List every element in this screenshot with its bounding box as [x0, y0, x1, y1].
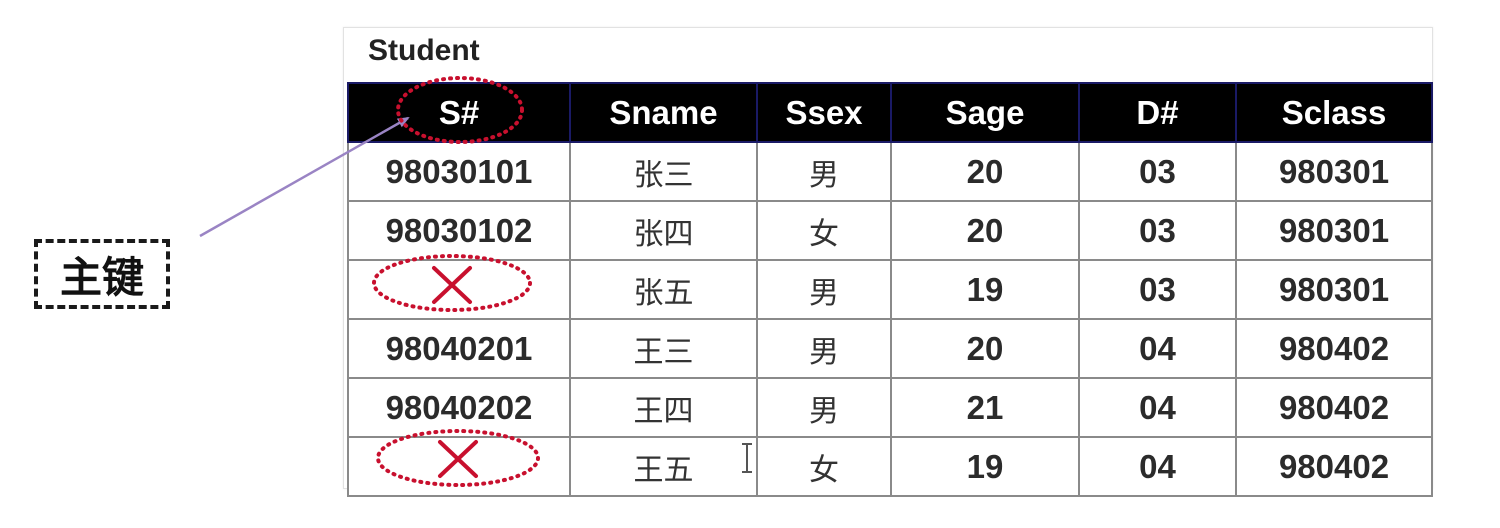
cell-d-no: 04	[1078, 318, 1237, 379]
cell-ssex: 女	[756, 436, 892, 497]
cell-ssex: 男	[756, 259, 892, 320]
cell-sname: 张三	[569, 141, 758, 202]
column-header-sage: Sage	[890, 82, 1080, 143]
cell-sname: 张五	[569, 259, 758, 320]
primary-key-label: 主键	[59, 252, 144, 302]
cell-ssex: 男	[756, 141, 892, 202]
cell-s-no: 98040202	[347, 377, 571, 438]
table-row: 王五 女 19 04 980402	[347, 436, 1433, 497]
cell-sclass: 980402	[1235, 377, 1433, 438]
cell-ssex: 女	[756, 200, 892, 261]
column-header-sname: Sname	[569, 82, 758, 143]
cell-sclass: 980402	[1235, 436, 1433, 497]
cell-d-no: 03	[1078, 259, 1237, 320]
table-row: 98030101 张三 男 20 03 980301	[347, 141, 1433, 202]
table-header-row: S# Sname Ssex Sage D# Sclass	[347, 82, 1433, 143]
primary-key-callout: 主键	[34, 239, 170, 309]
cell-s-no: 98030101	[347, 141, 571, 202]
table-row: 张五 男 19 03 980301	[347, 259, 1433, 320]
cell-sname: 王三	[569, 318, 758, 379]
cell-sclass: 980301	[1235, 259, 1433, 320]
cell-s-no: 98040201	[347, 318, 571, 379]
cell-sname: 张四	[569, 200, 758, 261]
cell-sclass: 980402	[1235, 318, 1433, 379]
student-table-box: Student S# Sname Ssex Sage D# Sclass 980…	[343, 27, 1433, 497]
table-title: Student	[368, 34, 480, 67]
cell-sage: 19	[890, 259, 1080, 320]
slide-canvas: 主键 Student S# Sname Ssex Sage D# Sclass	[0, 0, 1500, 528]
cell-d-no: 04	[1078, 377, 1237, 438]
cell-sname: 王五	[569, 436, 758, 497]
cell-sage: 20	[890, 200, 1080, 261]
cell-s-no: 98030102	[347, 200, 571, 261]
table-row: 98040202 王四 男 21 04 980402	[347, 377, 1433, 438]
cell-sclass: 980301	[1235, 141, 1433, 202]
cell-sage: 19	[890, 436, 1080, 497]
column-header-s-no: S#	[347, 82, 571, 143]
cell-sclass: 980301	[1235, 200, 1433, 261]
cell-d-no: 04	[1078, 436, 1237, 497]
cell-sage: 21	[890, 377, 1080, 438]
column-header-ssex: Ssex	[756, 82, 892, 143]
student-table: S# Sname Ssex Sage D# Sclass 98030101 张三…	[347, 82, 1433, 497]
table-row: 98030102 张四 女 20 03 980301	[347, 200, 1433, 261]
column-header-d-no: D#	[1078, 82, 1237, 143]
cell-s-no-missing	[347, 259, 571, 320]
cell-sname: 王四	[569, 377, 758, 438]
cell-s-no-missing	[347, 436, 571, 497]
cell-sage: 20	[890, 141, 1080, 202]
table-row: 98040201 王三 男 20 04 980402	[347, 318, 1433, 379]
column-header-sclass: Sclass	[1235, 82, 1433, 143]
cell-d-no: 03	[1078, 200, 1237, 261]
cell-ssex: 男	[756, 377, 892, 438]
cell-d-no: 03	[1078, 141, 1237, 202]
cell-sage: 20	[890, 318, 1080, 379]
cell-ssex: 男	[756, 318, 892, 379]
